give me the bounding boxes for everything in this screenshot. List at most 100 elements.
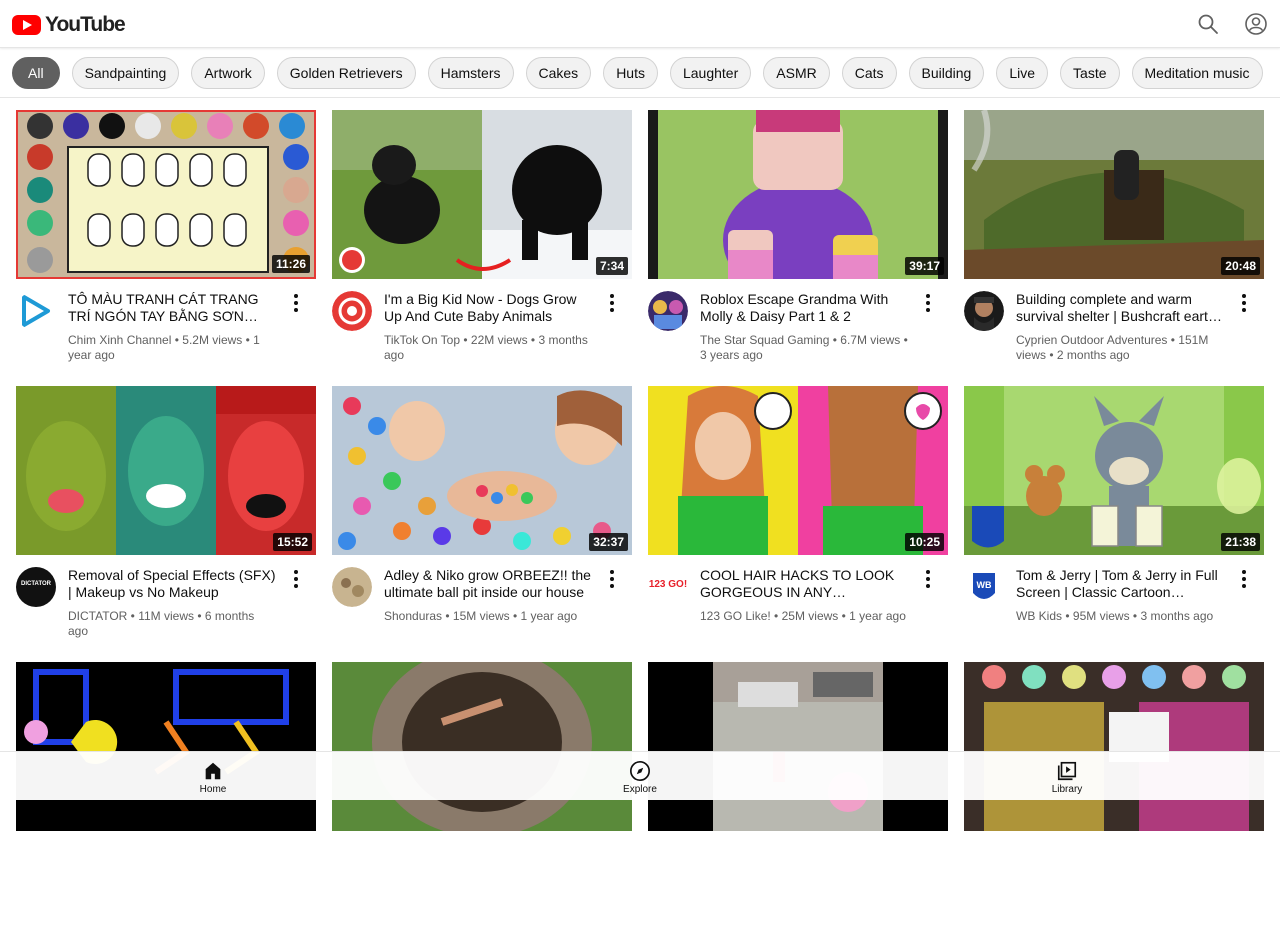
dictator-avatar-label: DICTATOR — [21, 581, 51, 587]
more-options-icon[interactable] — [286, 293, 306, 313]
youtube-play-icon — [12, 15, 41, 35]
chip-building[interactable]: Building — [908, 56, 985, 89]
nav-home[interactable]: Home — [173, 760, 253, 795]
nav-explore[interactable]: Explore — [600, 760, 680, 795]
channel-name[interactable]: DICTATOR — [68, 609, 127, 623]
video-title[interactable]: COOL HAIR HACKS TO LOOK GORGEOUS IN ANY … — [700, 567, 908, 601]
view-count: 22M views — [470, 333, 528, 347]
channel-avatar[interactable]: DICTATOR — [16, 567, 56, 607]
channel-avatar[interactable] — [332, 567, 372, 607]
upload-age: 1 year ago — [520, 609, 578, 623]
chip-golden-retrievers[interactable]: Golden Retrievers — [276, 56, 416, 89]
video-title[interactable]: Roblox Escape Grandma With Molly & Daisy… — [700, 291, 908, 325]
channel-name[interactable]: WB Kids — [1016, 609, 1062, 623]
channel-avatar[interactable] — [964, 291, 1004, 331]
upload-age: 1 year ago — [849, 609, 906, 623]
street-thumbnail-image — [648, 662, 948, 831]
video-thumbnail[interactable]: 20:48 — [964, 110, 1264, 279]
chip-huts[interactable]: Huts — [603, 56, 658, 89]
video-meta: WB Tom & Jerry | Tom & Jerry in Full Scr… — [964, 567, 1264, 624]
slime-thumbnail-image — [964, 662, 1264, 831]
video-title[interactable]: Adley & Niko grow ORBEEZ!! the ultimate … — [384, 567, 592, 601]
video-thumbnail[interactable] — [16, 662, 316, 831]
more-options-icon[interactable] — [602, 569, 622, 589]
video-thumbnail[interactable]: 32:37 — [332, 386, 632, 555]
shonduras-avatar-icon — [332, 567, 372, 607]
upload-age: 2 months ago — [1056, 348, 1130, 362]
video-subtitle: WB Kids • 95M views • 3 months ago — [1016, 609, 1214, 623]
video-meta: 123 GO! COOL HAIR HACKS TO LOOK GORGEOUS… — [648, 567, 948, 624]
pacman-thumbnail-image — [16, 662, 316, 831]
more-options-icon[interactable] — [918, 293, 938, 313]
more-options-icon[interactable] — [602, 293, 622, 313]
dogs-thumbnail-image — [332, 110, 632, 279]
video-title[interactable]: Building complete and warm survival shel… — [1016, 291, 1224, 325]
channel-avatar[interactable]: 123 GO! — [648, 567, 688, 607]
video-thumbnail[interactable]: 10:25 — [648, 386, 948, 555]
video-info: Tom & Jerry | Tom & Jerry in Full Screen… — [1016, 567, 1224, 624]
logo-text: YouTube — [45, 13, 126, 36]
youtube-logo[interactable]: YouTube — [12, 13, 126, 37]
chip-asmr[interactable]: ASMR — [763, 56, 830, 89]
video-duration: 20:48 — [1221, 257, 1260, 275]
video-title[interactable]: Tom & Jerry | Tom & Jerry in Full Screen… — [1016, 567, 1224, 601]
channel-name[interactable]: Shonduras — [384, 609, 442, 623]
chip-taste[interactable]: Taste — [1060, 56, 1120, 89]
video-thumbnail[interactable]: 39:17 — [648, 110, 948, 279]
filter-chips-bar: All Sandpainting Artwork Golden Retrieve… — [0, 48, 1280, 98]
nav-home-label: Home — [199, 784, 227, 795]
more-options-icon[interactable] — [286, 569, 306, 589]
channel-avatar[interactable]: WB — [964, 567, 1004, 607]
video-duration: 21:38 — [1221, 533, 1260, 551]
more-options-icon[interactable] — [918, 569, 938, 589]
video-subtitle: DICTATOR • 11M views • 6 months ago — [68, 609, 255, 638]
nav-library[interactable]: Library — [1027, 760, 1107, 795]
video-title[interactable]: Removal of Special Effects (SFX) | Makeu… — [68, 567, 276, 601]
channel-name[interactable]: 123 GO Like! — [700, 609, 771, 623]
wb-avatar-label: WB — [976, 580, 992, 590]
video-thumbnail[interactable]: 11:26 — [16, 110, 316, 279]
video-duration: 15:52 — [273, 533, 312, 551]
video-title[interactable]: I'm a Big Kid Now - Dogs Grow Up And Cut… — [384, 291, 592, 325]
channel-name[interactable]: TikTok On Top — [384, 333, 460, 347]
video-card: 7:34 I'm a Big Kid Now - Dogs Grow Up An… — [332, 110, 632, 386]
more-options-icon[interactable] — [1234, 569, 1254, 589]
more-options-icon[interactable] — [1234, 293, 1254, 313]
video-thumbnail[interactable] — [964, 662, 1264, 831]
channel-avatar[interactable] — [648, 291, 688, 331]
chip-laughter[interactable]: Laughter — [669, 56, 752, 89]
account-icon[interactable] — [1244, 12, 1268, 36]
video-info: Roblox Escape Grandma With Molly & Daisy… — [700, 291, 908, 363]
chip-live[interactable]: Live — [996, 56, 1049, 89]
video-grid: 11:26 TÔ MÀU TRANH CÁT TRANG TRÍ NGÓN TA… — [16, 110, 1264, 938]
video-thumbnail[interactable]: 15:52 — [16, 386, 316, 555]
chip-meditation-music[interactable]: Meditation music — [1131, 56, 1263, 89]
nav-explore-label: Explore — [623, 784, 657, 795]
sand-painting-thumbnail-image — [18, 112, 314, 277]
video-thumbnail[interactable] — [648, 662, 948, 831]
chip-cats[interactable]: Cats — [841, 56, 897, 89]
go-avatar-label: 123 GO! — [648, 579, 688, 590]
channel-name[interactable]: Cyprien Outdoor Adventures — [1016, 333, 1167, 347]
view-count: 5.2M views — [182, 333, 243, 347]
chip-all[interactable]: All — [12, 56, 60, 89]
video-thumbnail[interactable]: 21:38 — [964, 386, 1264, 555]
video-title[interactable]: TÔ MÀU TRANH CÁT TRANG TRÍ NGÓN TAY BẰNG… — [68, 291, 276, 325]
upload-age: 3 months ago — [1140, 609, 1214, 623]
chip-artwork[interactable]: Artwork — [191, 56, 265, 89]
search-icon[interactable] — [1196, 12, 1220, 36]
video-meta: Adley & Niko grow ORBEEZ!! the ultimate … — [332, 567, 632, 624]
chip-sandpainting[interactable]: Sandpainting — [71, 56, 180, 89]
video-info: I'm a Big Kid Now - Dogs Grow Up And Cut… — [384, 291, 592, 363]
channel-name[interactable]: Chim Xinh Channel — [68, 333, 171, 347]
view-count: 11M views — [138, 609, 195, 623]
chip-cakes[interactable]: Cakes — [525, 56, 592, 89]
video-thumbnail[interactable]: 7:34 — [332, 110, 632, 279]
view-count: 25M views — [781, 609, 839, 623]
channel-avatar[interactable] — [16, 291, 56, 331]
chip-hamsters[interactable]: Hamsters — [427, 56, 514, 89]
channel-avatar[interactable] — [332, 291, 372, 331]
channel-name[interactable]: The Star Squad Gaming — [700, 333, 829, 347]
roblox-thumbnail-image — [648, 110, 948, 279]
video-thumbnail[interactable] — [332, 662, 632, 831]
